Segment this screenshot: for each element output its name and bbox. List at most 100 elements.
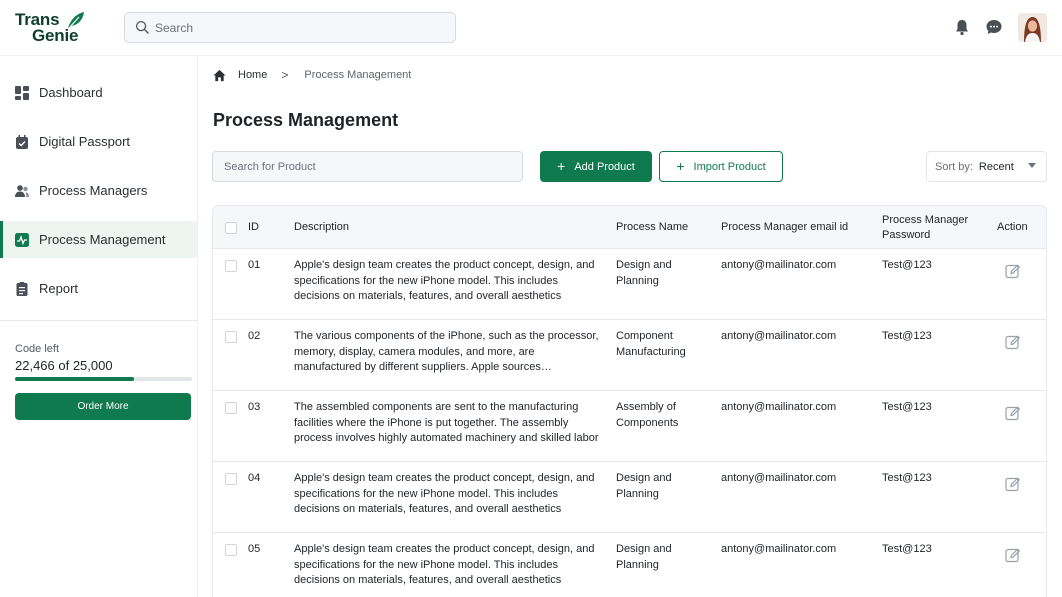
edit-icon[interactable] (1005, 405, 1021, 421)
row-password: Test@123 (882, 472, 932, 484)
global-search[interactable] (124, 12, 456, 43)
import-product-button[interactable]: + Import Product (659, 151, 783, 182)
sort-label: Sort by: (935, 160, 973, 173)
table-header: ID Description Process Name Process Mana… (213, 206, 1046, 249)
header-password-line2: Password (882, 228, 931, 241)
row-password: Test@123 (882, 259, 932, 271)
logo-text-line2: Genie (32, 26, 79, 45)
code-left-count: 22,466 of 25,000 (15, 358, 113, 373)
sort-value: Recent (978, 160, 1014, 173)
row-id: 02 (248, 330, 261, 342)
row-password: Test@123 (882, 401, 932, 413)
sidebar: Dashboard Digital Passport Process Manag… (0, 56, 198, 597)
product-search[interactable] (212, 151, 523, 182)
header-password-line1: Process Manager (882, 213, 969, 226)
row-process-name: Design and Planning (616, 543, 672, 571)
edit-icon[interactable] (1005, 547, 1021, 563)
process-table: ID Description Process Name Process Mana… (212, 205, 1047, 597)
row-email: antony@mailinator.com (721, 330, 837, 342)
chat-icon[interactable] (985, 18, 1003, 36)
sidebar-item-report[interactable]: Report (0, 270, 198, 307)
breadcrumb-home[interactable]: Home (238, 69, 267, 81)
breadcrumb-separator: > (281, 68, 289, 82)
code-progress-fill (15, 377, 134, 381)
row-description: The various components of the iPhone, su… (294, 330, 599, 373)
header-action: Action (997, 221, 1028, 233)
row-id: 05 (248, 543, 261, 555)
sidebar-item-dashboard[interactable]: Dashboard (0, 74, 198, 111)
header-password: Process Manager Password (882, 206, 968, 249)
order-more-button[interactable]: Order More (15, 393, 191, 420)
row-description: Apple's design team creates the product … (294, 543, 595, 586)
sort-dropdown[interactable]: Sort by: Recent (926, 151, 1047, 182)
row-process-name: Component Manufacturing (616, 330, 686, 358)
breadcrumb: Home > Process Management (213, 68, 411, 82)
row-description: The assembled components are sent to the… (294, 401, 599, 444)
row-email: antony@mailinator.com (721, 543, 837, 555)
home-icon[interactable] (213, 69, 226, 82)
row-password: Test@123 (882, 330, 932, 342)
users-icon (15, 184, 29, 197)
product-search-input[interactable] (224, 152, 514, 181)
row-checkbox[interactable] (225, 260, 237, 272)
table-row: 01 Apple's design team creates the produc… (213, 249, 1046, 320)
add-product-label: Add Product (574, 160, 635, 173)
row-checkbox[interactable] (225, 331, 237, 343)
row-password: Test@123 (882, 543, 932, 555)
edit-icon[interactable] (1005, 334, 1021, 350)
row-id: 04 (248, 472, 261, 484)
plus-icon: + (557, 158, 566, 174)
transgenie-logo[interactable]: Trans Genie (15, 11, 87, 45)
import-product-label: Import Product (693, 160, 766, 173)
row-email: antony@mailinator.com (721, 472, 837, 484)
plus-icon: + (676, 158, 685, 174)
top-bar: Trans Genie (0, 0, 1062, 56)
sidebar-item-label: Process Managers (39, 183, 148, 198)
header-process-name: Process Name (616, 221, 689, 233)
passport-icon (16, 134, 28, 149)
row-email: antony@mailinator.com (721, 259, 837, 271)
row-email: antony@mailinator.com (721, 401, 837, 413)
bell-icon[interactable] (953, 18, 971, 36)
row-id: 03 (248, 401, 261, 413)
add-product-button[interactable]: + Add Product (540, 151, 652, 182)
row-process-name: Design and Planning (616, 472, 672, 500)
row-process-name: Design and Planning (616, 259, 672, 287)
row-description: Apple's design team creates the product … (294, 472, 595, 515)
sidebar-item-label: Process Management (39, 232, 166, 247)
table-row: 05 Apple's design team creates the produc… (213, 533, 1046, 597)
select-all-checkbox[interactable] (225, 222, 237, 234)
header-id: ID (248, 221, 259, 233)
global-search-input[interactable] (155, 13, 445, 42)
row-description: Apple's design team creates the product … (294, 259, 595, 302)
sidebar-item-digital-passport[interactable]: Digital Passport (0, 123, 198, 160)
row-checkbox[interactable] (225, 402, 237, 414)
code-progress-bar (15, 377, 192, 381)
row-id: 01 (248, 259, 261, 271)
user-photo-icon (1018, 13, 1047, 42)
page-title: Process Management (213, 110, 399, 130)
edit-icon[interactable] (1005, 476, 1021, 492)
row-checkbox[interactable] (225, 473, 237, 485)
sidebar-item-label: Report (39, 281, 79, 296)
avatar[interactable] (1018, 13, 1047, 42)
caret-down-icon (1028, 163, 1036, 168)
row-checkbox[interactable] (225, 544, 237, 556)
header-email: Process Manager email id (721, 221, 849, 233)
code-left-label: Code left (15, 343, 60, 355)
header-description: Description (294, 221, 350, 233)
process-icon (15, 232, 29, 247)
row-process-name: Assembly of Components (616, 401, 679, 429)
search-icon (135, 20, 149, 34)
sidebar-item-label: Digital Passport (39, 134, 131, 149)
sidebar-item-process-managers[interactable]: Process Managers (0, 172, 198, 209)
sidebar-item-process-management[interactable]: Process Management (0, 221, 198, 258)
report-icon (16, 281, 28, 296)
table-row: 04 Apple's design team creates the produc… (213, 462, 1046, 533)
edit-icon[interactable] (1005, 263, 1021, 279)
dashboard-icon (15, 85, 29, 100)
active-indicator (0, 221, 3, 258)
sidebar-item-label: Dashboard (39, 85, 103, 100)
breadcrumb-current: Process Management (304, 69, 412, 81)
sidebar-divider (0, 320, 198, 321)
